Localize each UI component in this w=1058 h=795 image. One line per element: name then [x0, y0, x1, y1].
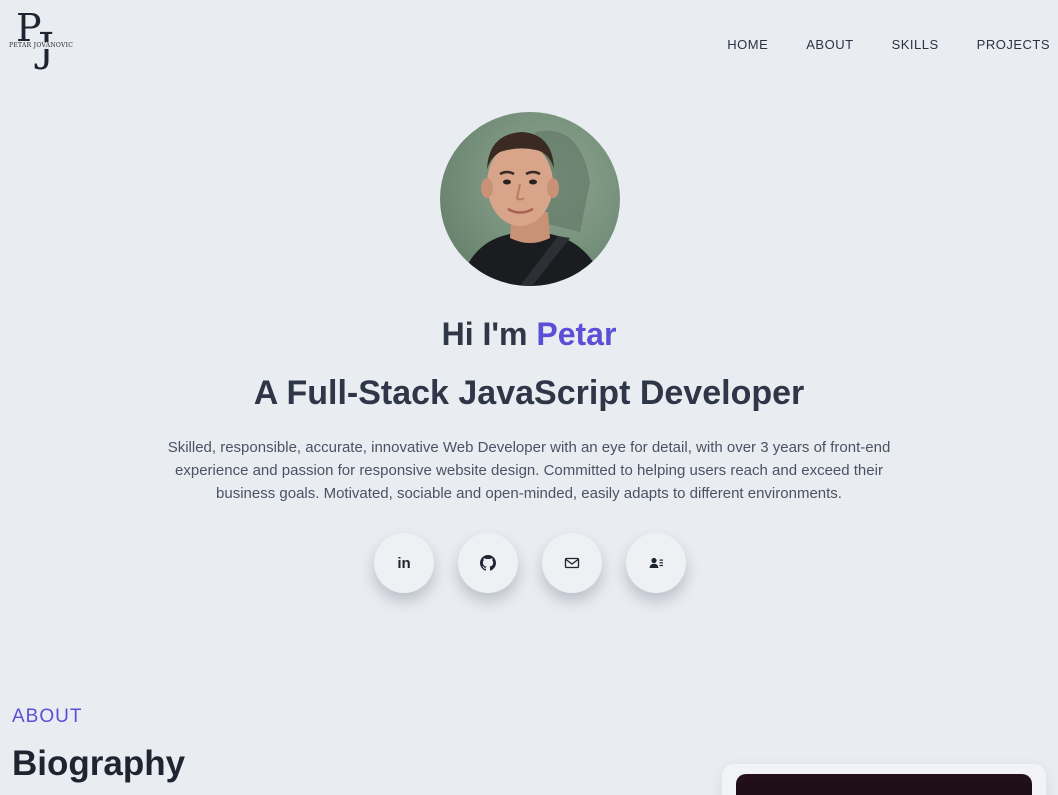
greeting-prefix: Hi I'm — [441, 316, 528, 352]
linkedin-icon: in — [397, 554, 411, 572]
contact-card-button[interactable] — [626, 533, 686, 593]
github-button[interactable] — [458, 533, 518, 593]
linkedin-button[interactable]: in — [374, 533, 434, 593]
hero-greeting: Hi I'm Petar — [0, 316, 1058, 353]
profile-photo — [440, 112, 620, 286]
greeting-name: Petar — [536, 316, 617, 352]
mail-button[interactable] — [542, 533, 602, 593]
hero-intro: Skilled, responsible, accurate, innovati… — [167, 439, 891, 502]
github-icon — [480, 555, 496, 571]
contact-card-icon — [649, 557, 663, 568]
nav-home[interactable]: HOME — [727, 37, 768, 52]
social-links: in — [0, 533, 1058, 593]
logo-name: PETAR JOVANOVIC — [8, 42, 75, 49]
site-logo[interactable]: P J PETAR JOVANOVIC — [6, 8, 76, 78]
nav-projects[interactable]: PROJECTS — [977, 37, 1050, 52]
nav-about[interactable]: ABOUT — [806, 37, 853, 52]
about-image — [736, 774, 1032, 795]
mail-icon — [564, 557, 580, 569]
main-nav: HOME ABOUT SKILLS PROJECTS — [727, 37, 1050, 52]
about-title: Biography — [12, 744, 186, 783]
about-image-card — [722, 764, 1046, 795]
profile-photo-illustration — [460, 130, 605, 286]
about-kicker: ABOUT — [12, 706, 83, 727]
hero-headline: A Full-Stack JavaScript Developer — [253, 374, 805, 412]
nav-skills[interactable]: SKILLS — [892, 37, 939, 52]
